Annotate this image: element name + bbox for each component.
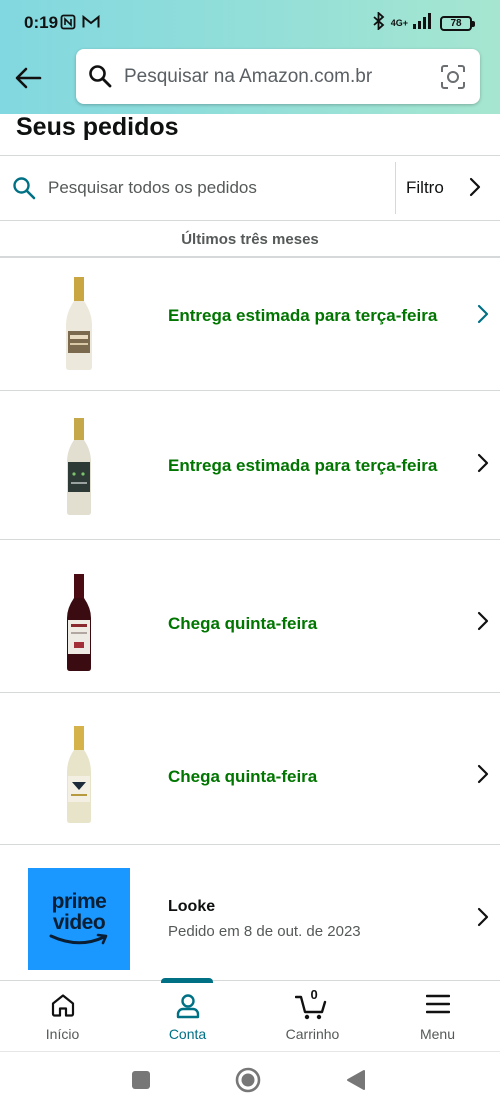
- delivery-status: Entrega estimada para terça-feira: [168, 306, 438, 325]
- delivery-status: Entrega estimada para terça-feira: [168, 456, 438, 475]
- filter-label: Filtro: [406, 178, 444, 197]
- sparkling-white-wine-bottle-icon: [66, 277, 92, 370]
- status-notification-icons: [60, 14, 100, 35]
- bottom-navigation: Início Conta 0 Carrinho Menu: [0, 978, 500, 1051]
- recent-apps-button[interactable]: [131, 1070, 151, 1095]
- chevron-right-icon: [476, 452, 490, 479]
- order-row[interactable]: Entrega estimada para terça-feira: [0, 258, 500, 391]
- chevron-right-icon: [468, 176, 482, 203]
- delivery-status: Chega quinta-feira: [168, 614, 318, 633]
- order-row[interactable]: Entrega estimada para terça-feira: [0, 391, 500, 540]
- nav-account-label: Conta: [168, 1026, 207, 1042]
- order-date: Pedido em 8 de out. de 2023: [168, 923, 361, 940]
- page-title: Seus pedidos: [16, 113, 179, 141]
- system-back-button[interactable]: [346, 1069, 366, 1096]
- back-button[interactable]: [10, 60, 46, 96]
- time-range-label: Últimos três meses: [181, 231, 319, 248]
- time-range-header: Últimos três meses: [0, 221, 500, 258]
- amazon-search-bar[interactable]: Pesquisar na Amazon.com.br: [76, 49, 480, 104]
- circle-home-icon: [235, 1067, 261, 1093]
- product-image: [28, 413, 130, 519]
- signal-icon: [412, 13, 434, 34]
- camera-scan-icon[interactable]: [440, 64, 466, 95]
- network-type: 4G+: [390, 18, 408, 28]
- chevron-right-icon: [476, 763, 490, 790]
- sparkling-wine-bottle-icon: [67, 726, 91, 823]
- smile-arrow-icon: [49, 933, 108, 945]
- order-row[interactable]: Chega quinta-feira: [0, 540, 500, 693]
- prime-logo-text: prime: [51, 890, 107, 913]
- bluetooth-icon: [373, 10, 385, 35]
- white-wine-bottle-icon: [67, 418, 91, 515]
- nfc-icon: [60, 14, 76, 35]
- nav-cart-label: Carrinho: [285, 1026, 340, 1042]
- chevron-right-icon: [476, 906, 490, 933]
- red-wine-bottle-icon: [67, 574, 91, 671]
- orders-search-input[interactable]: Pesquisar todos os pedidos: [48, 178, 257, 198]
- search-placeholder: Pesquisar na Amazon.com.br: [124, 66, 373, 87]
- nav-menu[interactable]: Menu: [375, 981, 500, 1051]
- battery-icon: 78: [440, 16, 475, 31]
- status-bar: 0:19 4G+ 78: [0, 0, 500, 46]
- nav-menu-label: Menu: [419, 1026, 456, 1042]
- status-time: 0:19: [24, 13, 59, 32]
- orders-search-row: Pesquisar todos os pedidos Filtro: [0, 155, 500, 221]
- chevron-right-icon: [476, 303, 490, 330]
- menu-icon: [425, 993, 450, 1020]
- back-arrow-icon: [15, 67, 42, 89]
- nav-home[interactable]: Início: [0, 981, 125, 1051]
- nav-home-label: Início: [45, 1026, 80, 1042]
- home-icon: [50, 993, 76, 1022]
- android-system-navigation: [0, 1051, 500, 1111]
- square-icon: [132, 1071, 150, 1089]
- prime-video-logo: prime video: [28, 868, 130, 970]
- status-right: 4G+ 78: [373, 10, 475, 35]
- search-icon: [12, 176, 36, 205]
- home-system-button[interactable]: [235, 1067, 261, 1098]
- active-tab-indicator: [161, 978, 213, 983]
- order-title: Looke: [168, 898, 216, 915]
- product-image: [28, 268, 130, 378]
- filter-button[interactable]: Filtro: [396, 156, 500, 220]
- digital-order-row[interactable]: prime video Looke Pedido em 8 de out. de…: [0, 845, 500, 981]
- account-icon: [175, 993, 201, 1024]
- search-icon: [88, 64, 112, 93]
- nav-cart[interactable]: 0 Carrinho: [250, 981, 375, 1051]
- app-header: 0:19 4G+ 78 Pesquisar na Amazon.com.br: [0, 0, 500, 114]
- delivery-status: Chega quinta-feira: [168, 767, 318, 786]
- product-image: [28, 721, 130, 827]
- product-image: [28, 568, 130, 676]
- triangle-back-icon: [347, 1070, 365, 1090]
- cart-count: 0: [310, 987, 318, 1002]
- battery-level: 78: [450, 18, 462, 29]
- video-logo-text: video: [52, 911, 106, 934]
- nav-account[interactable]: Conta: [125, 978, 250, 1051]
- order-row[interactable]: Chega quinta-feira: [0, 693, 500, 845]
- gmail-icon: [82, 14, 100, 34]
- chevron-right-icon: [476, 610, 490, 637]
